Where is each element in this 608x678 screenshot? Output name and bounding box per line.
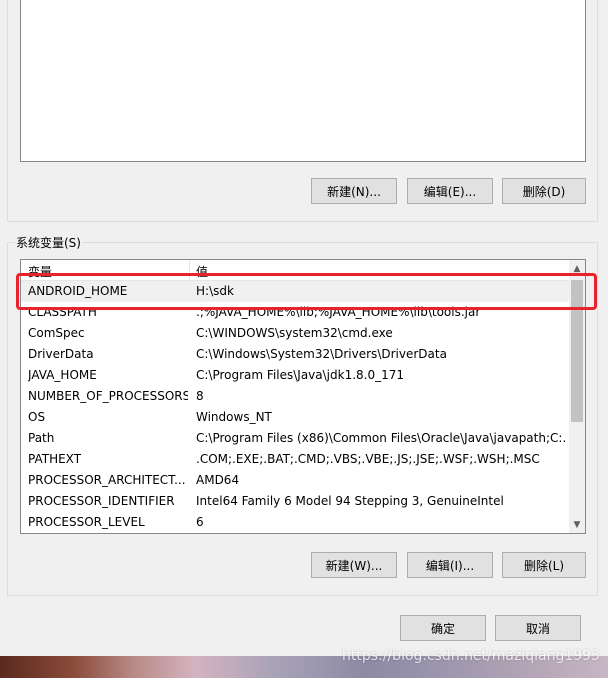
highlight-annotation <box>16 273 597 310</box>
variable-name: PROCESSOR_LEVEL <box>28 515 145 529</box>
variable-value: C:\Windows\System32\Drivers\DriverData <box>196 347 447 361</box>
table-row[interactable]: PROCESSOR_LEVEL 6 <box>21 512 569 533</box>
variable-value: Intel64 Family 6 Model 94 Stepping 3, Ge… <box>196 494 504 508</box>
variable-value: 6 <box>196 515 204 529</box>
variable-name: PROCESSOR_ARCHITECT... <box>28 473 186 487</box>
cancel-button[interactable]: 取消 <box>495 615 581 641</box>
table-row[interactable]: NUMBER_OF_PROCESSORS 8 <box>21 386 569 407</box>
user-delete-button[interactable]: 删除(D) <box>502 178 586 204</box>
system-delete-button[interactable]: 删除(L) <box>502 552 586 578</box>
variable-value: 8 <box>196 389 204 403</box>
table-row[interactable]: PROCESSOR_ARCHITECT... AMD64 <box>21 470 569 491</box>
variable-value: C:\WINDOWS\system32\cmd.exe <box>196 326 393 340</box>
table-row[interactable]: OS Windows_NT <box>21 407 569 428</box>
table-row[interactable]: DriverData C:\Windows\System32\Drivers\D… <box>21 344 569 365</box>
variable-name: JAVA_HOME <box>28 368 97 382</box>
table-row[interactable]: PATHEXT .COM;.EXE;.BAT;.CMD;.VBS;.VBE;.J… <box>21 449 569 470</box>
scroll-down-arrow-icon[interactable]: ▼ <box>569 516 585 533</box>
variable-name: PROCESSOR_IDENTIFIER <box>28 494 175 508</box>
variable-value: C:\Program Files (x86)\Common Files\Orac… <box>196 431 566 445</box>
variable-name: Path <box>28 431 55 445</box>
system-edit-button[interactable]: 编辑(I)... <box>407 552 493 578</box>
system-new-button[interactable]: 新建(W)... <box>311 552 397 578</box>
watermark-text: https://blog.csdn.net/maziqiang1993 <box>342 648 600 664</box>
variable-value: C:\Program Files\Java\jdk1.8.0_171 <box>196 368 405 382</box>
table-row[interactable]: Path C:\Program Files (x86)\Common Files… <box>21 428 569 449</box>
user-new-button[interactable]: 新建(N)... <box>311 178 397 204</box>
variable-name: DriverData <box>28 347 94 361</box>
variable-name: ComSpec <box>28 326 85 340</box>
table-row[interactable]: ComSpec C:\WINDOWS\system32\cmd.exe <box>21 323 569 344</box>
table-row[interactable]: PROCESSOR_IDENTIFIER Intel64 Family 6 Mo… <box>21 491 569 512</box>
variable-value: Windows_NT <box>196 410 272 424</box>
variable-rows: ANDROID_HOME H:\sdk CLASSPATH .;%JAVA_HO… <box>21 281 569 533</box>
user-variables-list[interactable] <box>20 0 586 162</box>
variable-name: NUMBER_OF_PROCESSORS <box>28 389 188 403</box>
table-row[interactable]: JAVA_HOME C:\Program Files\Java\jdk1.8.0… <box>21 365 569 386</box>
variable-value: .COM;.EXE;.BAT;.CMD;.VBS;.VBE;.JS;.JSE;.… <box>196 452 540 466</box>
variable-name: OS <box>28 410 46 424</box>
variable-value: AMD64 <box>196 473 240 487</box>
variable-name: PATHEXT <box>28 452 82 466</box>
system-variables-label: 系统变量(S) <box>15 234 82 251</box>
user-edit-button[interactable]: 编辑(E)... <box>407 178 493 204</box>
ok-button[interactable]: 确定 <box>400 615 486 641</box>
